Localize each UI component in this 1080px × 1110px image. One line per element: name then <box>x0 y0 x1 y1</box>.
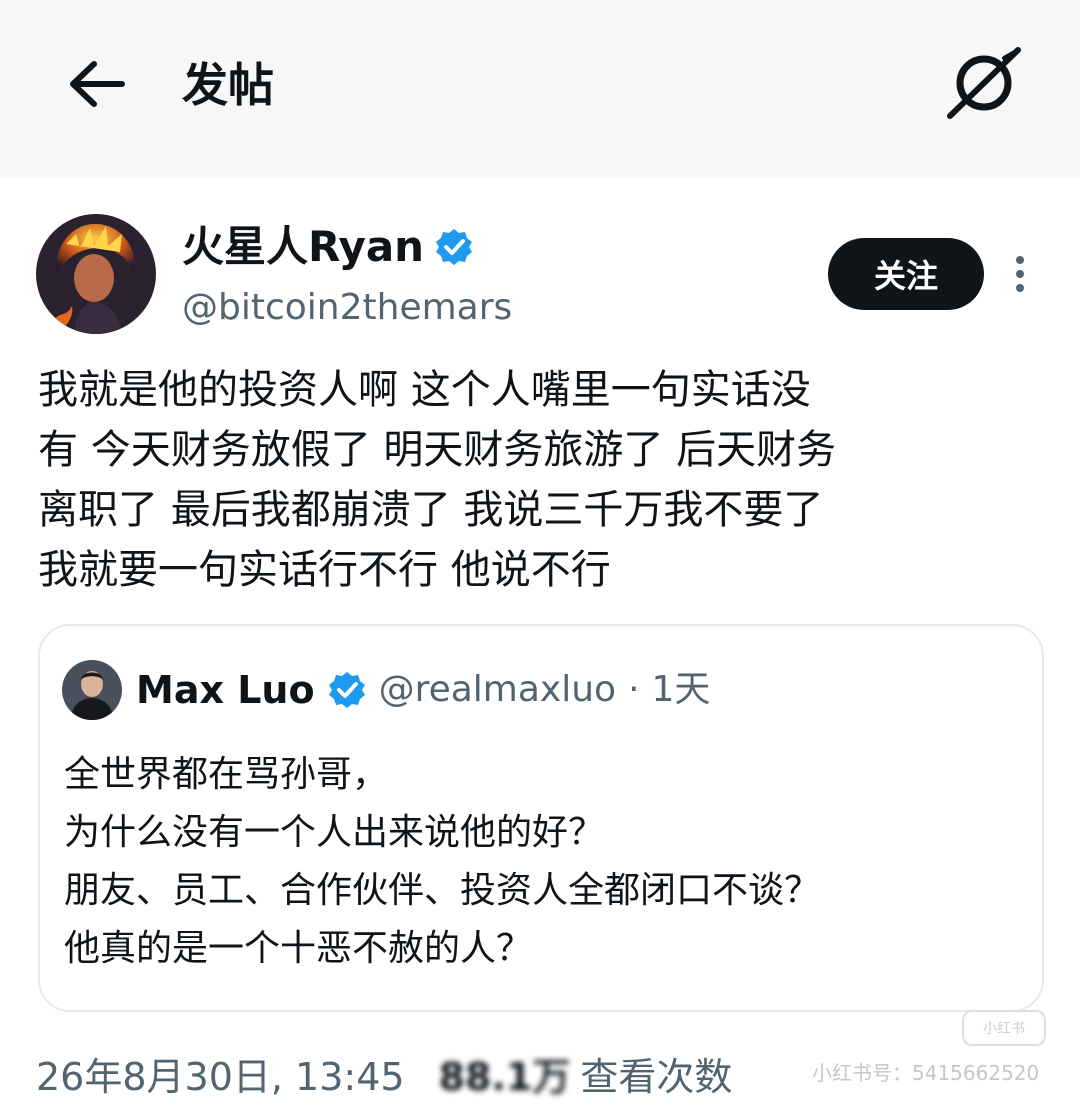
arrow-left-icon <box>70 61 125 107</box>
views-count: 88.1万 <box>438 1055 571 1099</box>
top-bar: 发帖 <box>0 0 1080 178</box>
quote-author-name[interactable]: Max Luo <box>136 664 315 716</box>
quote-header: Max Luo @realmaxluo · 1天 <box>136 664 710 716</box>
quote-text-line: 为什么没有一个人出来说他的好？ <box>64 812 605 853</box>
author-avatar[interactable] <box>36 214 156 334</box>
quote-author-avatar[interactable] <box>62 660 122 720</box>
quote-text-line: 他真的是一个十恶不赦的人？ <box>64 928 533 969</box>
quote-text-line: 全世界都在骂孙哥， <box>64 754 389 795</box>
post-text-line: 我就要一句实话行不行 他说不行 <box>38 547 611 593</box>
quote-text: 全世界都在骂孙哥， 为什么没有一个人出来说他的好？ 朋友、员工、合作伙伴、投资人… <box>64 746 820 978</box>
page-title: 发帖 <box>182 58 274 112</box>
quote-avatar-image <box>62 660 122 720</box>
post-meta: 26年8月30日, 13:45 88.1万 查看次数 <box>36 1050 732 1104</box>
quoted-post[interactable]: Max Luo @realmaxluo · 1天 全世界都在骂孙哥， 为什么没有… <box>38 624 1044 1012</box>
views-label: 查看次数 <box>580 1055 733 1099</box>
quote-time: 1天 <box>651 669 711 710</box>
post-text-line: 离职了 最后我都崩溃了 我说三千万我不要了 <box>38 487 824 533</box>
post-text-line: 有 今天财务放假了 明天财务旅游了 后天财务 <box>38 427 837 473</box>
more-vertical-icon <box>1016 256 1024 264</box>
author-name[interactable]: 火星人Ryan <box>182 220 424 274</box>
watermark-stamp: 小红书 <box>962 1010 1046 1046</box>
quote-author-handle[interactable]: @realmaxluo <box>379 664 617 716</box>
post-timestamp[interactable]: 26年8月30日, 13:45 <box>36 1050 405 1104</box>
avatar-image <box>36 214 156 334</box>
watermark: 小红书号：5415662520 <box>812 1061 1040 1085</box>
verified-badge-icon <box>436 229 473 265</box>
author-handle[interactable]: @bitcoin2themars <box>182 284 512 332</box>
quote-separator: · <box>628 669 640 710</box>
follow-button[interactable]: 关注 <box>828 238 984 310</box>
post-text-line: 我就是他的投资人啊 这个人嘴里一句实话没 <box>38 367 811 413</box>
more-options-button[interactable] <box>1008 250 1032 298</box>
back-button[interactable] <box>66 58 126 110</box>
grok-button[interactable] <box>944 46 1024 120</box>
post-text: 我就是他的投资人啊 这个人嘴里一句实话没 有 今天财务放假了 明天财务旅游了 后… <box>38 360 1048 600</box>
quote-text-line: 朋友、员工、合作伙伴、投资人全都闭口不谈？ <box>64 870 821 911</box>
author-name-row: 火星人Ryan <box>182 220 474 274</box>
grok-icon <box>947 47 1021 119</box>
verified-badge-icon <box>328 672 365 708</box>
